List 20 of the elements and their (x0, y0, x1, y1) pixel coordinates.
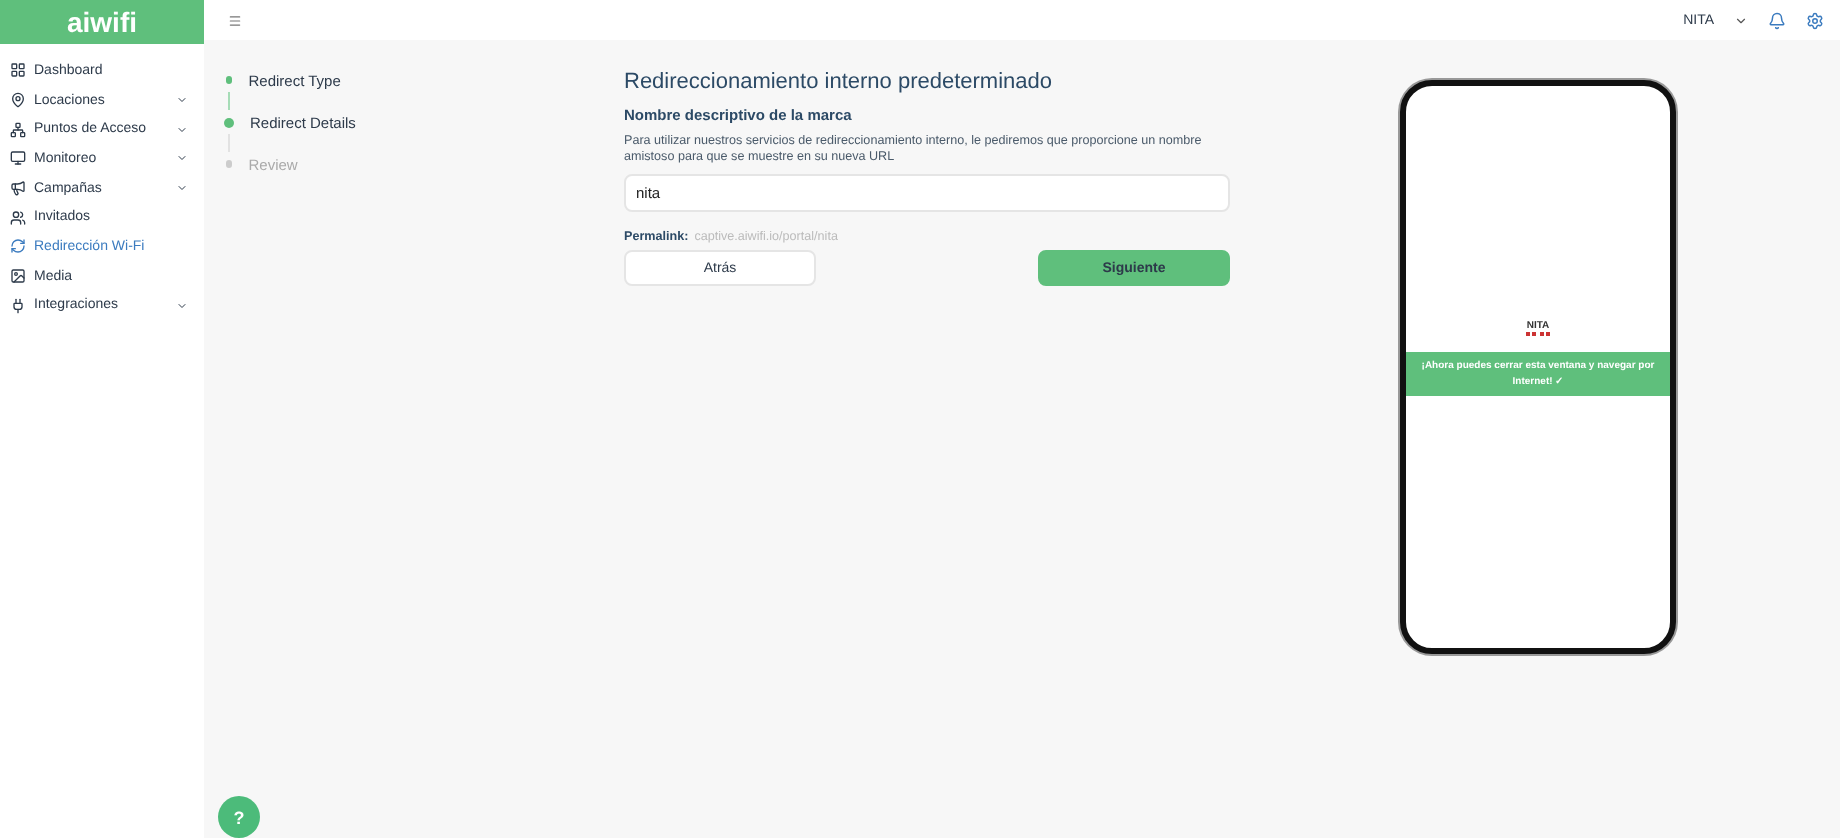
monitor-icon (10, 150, 26, 167)
form-title: Redireccionamiento interno predeterminado (624, 70, 1055, 94)
chevron-icon (176, 152, 188, 165)
bell-icon[interactable] (1768, 11, 1786, 29)
plug-icon (10, 297, 26, 314)
image-icon (10, 268, 26, 285)
settings-icon[interactable] (1806, 11, 1824, 29)
map-pin-icon (10, 92, 26, 109)
network-icon (10, 121, 26, 138)
chevron-icon (176, 123, 188, 136)
chevron-icon (176, 182, 188, 195)
users-icon (10, 209, 26, 226)
chevron-icon (176, 299, 188, 312)
grid-icon (10, 62, 26, 79)
megaphone-icon (10, 180, 26, 197)
chevron-icon[interactable] (1734, 13, 1748, 27)
chevron-icon (176, 94, 188, 107)
logo-text: aiwifi (66, 6, 137, 38)
menu-icon[interactable] (228, 13, 242, 27)
refresh-icon (10, 238, 26, 255)
